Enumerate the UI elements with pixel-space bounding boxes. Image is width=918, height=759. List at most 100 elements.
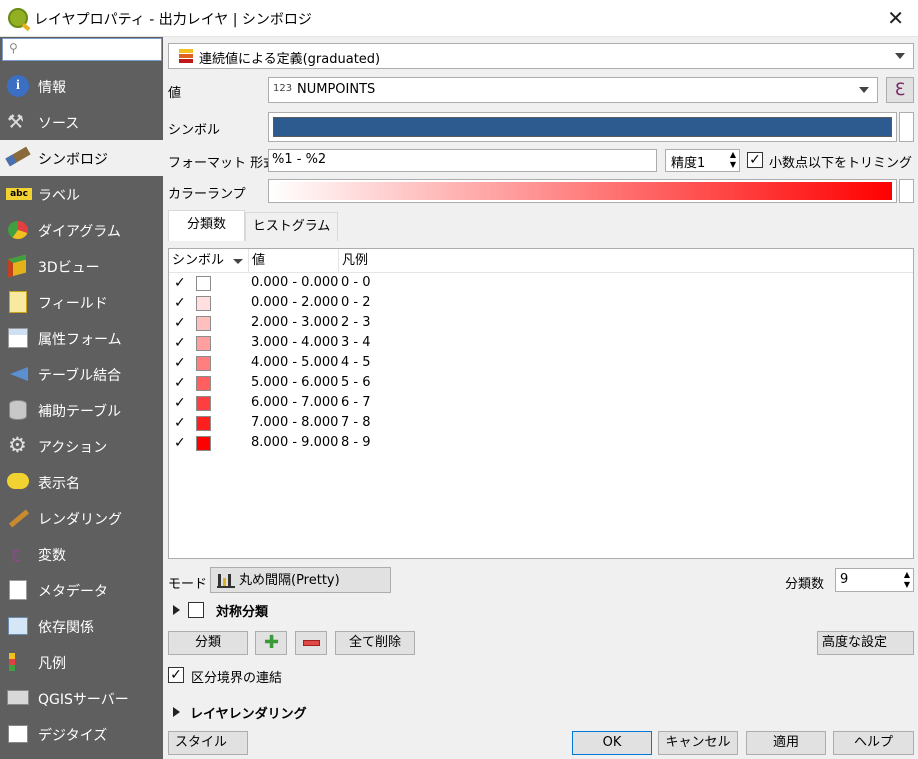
mode-select[interactable]: 丸め間隔(Pretty) — [210, 567, 391, 593]
format-input[interactable]: %1 - %2 — [268, 149, 657, 172]
help-button[interactable]: ヘルプ — [833, 731, 914, 755]
value-field-name: NUMPOINTS — [297, 82, 376, 97]
classify-button[interactable]: 分類 — [168, 631, 248, 655]
classes-count-label: 分類数 — [785, 577, 825, 592]
row-visible-checkbox[interactable]: ✓ — [174, 376, 188, 391]
link-boundaries-checkbox[interactable]: ✓ — [168, 667, 184, 683]
sidebar-item-17[interactable]: QGISサーバー — [0, 680, 163, 716]
table-row[interactable]: ✓ 5.000 - 6.000 5 - 6 — [169, 374, 909, 394]
format-label: フォーマット 形式 — [168, 156, 277, 171]
row-visible-checkbox[interactable]: ✓ — [174, 356, 188, 371]
expand-arrow-icon[interactable] — [173, 707, 180, 717]
row-visible-checkbox[interactable]: ✓ — [174, 316, 188, 331]
sidebar-item-label: 情報 — [38, 80, 66, 96]
sidebar-item-4[interactable]: ダイアグラム — [0, 212, 163, 248]
class-color-swatch[interactable] — [196, 396, 211, 411]
apply-button[interactable]: 適用 — [746, 731, 826, 755]
class-color-swatch[interactable] — [196, 316, 211, 331]
sidebar-item-11[interactable]: 表示名 — [0, 464, 163, 500]
layer-rendering-label[interactable]: レイヤレンダリング — [190, 703, 307, 722]
chevron-down-icon — [859, 87, 869, 93]
sidebar-item-16[interactable]: 凡例 — [0, 644, 163, 680]
sidebar-item-label: デジタイズ — [38, 728, 108, 744]
ok-button[interactable]: OK — [572, 731, 652, 755]
sidebar-item-18[interactable]: デジタイズ — [0, 716, 163, 752]
color-ramp-dropdown-button[interactable] — [899, 179, 914, 203]
tab-histogram[interactable]: ヒストグラム — [245, 212, 338, 241]
sidebar-item-8[interactable]: テーブル結合 — [0, 356, 163, 392]
expand-arrow-icon[interactable] — [173, 605, 180, 615]
chevron-down-icon — [895, 53, 905, 59]
row-visible-checkbox[interactable]: ✓ — [174, 276, 188, 291]
sidebar-item-2[interactable]: シンボロジ — [0, 140, 163, 176]
cube-icon — [6, 254, 30, 278]
sidebar-item-14[interactable]: メタデータ — [0, 572, 163, 608]
column-header-value[interactable]: 値 — [249, 249, 339, 273]
classes-count-spinbox[interactable]: 9 ▲ ▼ — [835, 568, 914, 592]
style-button[interactable]: スタイル — [168, 731, 248, 755]
value-label: 値 — [168, 86, 182, 101]
column-header-legend[interactable]: 凡例 — [339, 249, 913, 273]
renderer-select[interactable]: 連続値による定義(graduated) — [168, 43, 914, 69]
row-visible-checkbox[interactable]: ✓ — [174, 336, 188, 351]
sidebar-item-12[interactable]: レンダリング — [0, 500, 163, 536]
cancel-button[interactable]: キャンセル — [658, 731, 738, 755]
histogram-mode-icon — [217, 573, 235, 588]
row-visible-checkbox[interactable]: ✓ — [174, 416, 188, 431]
symmetric-checkbox[interactable] — [188, 602, 204, 618]
class-color-swatch[interactable] — [196, 336, 211, 351]
class-color-swatch[interactable] — [196, 416, 211, 431]
table-row[interactable]: ✓ 6.000 - 7.000 6 - 7 — [169, 394, 909, 414]
color-ramp-button[interactable] — [268, 179, 897, 203]
sidebar-item-15[interactable]: 依存関係 — [0, 608, 163, 644]
sidebar-item-10[interactable]: ⚙ アクション — [0, 428, 163, 464]
remove-class-button[interactable] — [295, 631, 327, 655]
sidebar-item-6[interactable]: フィールド — [0, 284, 163, 320]
symbol-dropdown-button[interactable] — [899, 112, 914, 142]
table-row[interactable]: ✓ 2.000 - 3.000 2 - 3 — [169, 314, 909, 334]
style-button-label: スタイル — [175, 735, 228, 750]
row-visible-checkbox[interactable]: ✓ — [174, 396, 188, 411]
sidebar-item-9[interactable]: 補助テーブル — [0, 392, 163, 428]
expression-epsilon-button[interactable]: ℇ — [886, 77, 914, 103]
symbol-button[interactable] — [268, 112, 897, 142]
table-row[interactable]: ✓ 0.000 - 2.000 0 - 2 — [169, 294, 909, 314]
row-visible-checkbox[interactable]: ✓ — [174, 296, 188, 311]
sidebar-item-label: ラベル — [38, 188, 80, 204]
table-row[interactable]: ✓ 0.000 - 0.000 0 - 0 — [169, 274, 909, 294]
sidebar-item-7[interactable]: 属性フォーム — [0, 320, 163, 356]
class-legend: 2 - 3 — [341, 315, 371, 330]
table-row[interactable]: ✓ 3.000 - 4.000 3 - 4 — [169, 334, 909, 354]
symbol-color-swatch — [273, 117, 892, 137]
advanced-button-label: 高度な設定 — [822, 635, 888, 650]
class-color-swatch[interactable] — [196, 276, 211, 291]
delete-all-button[interactable]: 全て削除 — [335, 631, 415, 655]
sidebar-item-5[interactable]: 3Dビュー — [0, 248, 163, 284]
column-header-symbol[interactable]: シンボル — [169, 249, 249, 273]
row-visible-checkbox[interactable]: ✓ — [174, 436, 188, 451]
tab-classes[interactable]: 分類数 — [168, 210, 245, 241]
sidebar-item-0[interactable]: i 情報 — [0, 68, 163, 104]
precision-spinbox[interactable]: 精度1 ▲ ▼ — [665, 149, 740, 172]
class-value: 4.000 - 5.000 — [251, 355, 339, 370]
class-color-swatch[interactable] — [196, 376, 211, 391]
class-color-swatch[interactable] — [196, 296, 211, 311]
sidebar-item-13[interactable]: ε 変数 — [0, 536, 163, 572]
class-color-swatch[interactable] — [196, 436, 211, 451]
close-icon[interactable]: ✕ — [887, 6, 904, 30]
class-legend: 6 - 7 — [341, 395, 371, 410]
sidebar-item-label: テーブル結合 — [38, 368, 122, 384]
advanced-button[interactable]: 高度な設定 — [817, 631, 914, 655]
add-class-button[interactable]: ✚ — [255, 631, 287, 655]
class-color-swatch[interactable] — [196, 356, 211, 371]
table-row[interactable]: ✓ 7.000 - 8.000 7 - 8 — [169, 414, 909, 434]
value-field-select[interactable]: 123 NUMPOINTS — [268, 77, 878, 103]
metadata-icon — [6, 579, 30, 601]
sidebar-item-3[interactable]: abc ラベル — [0, 176, 163, 212]
sidebar-item-1[interactable]: ⚒ ソース — [0, 104, 163, 140]
class-value: 7.000 - 8.000 — [251, 415, 339, 430]
sidebar-search-input[interactable]: ⚲ — [2, 38, 162, 61]
table-row[interactable]: ✓ 4.000 - 5.000 4 - 5 — [169, 354, 909, 374]
table-row[interactable]: ✓ 8.000 - 9.000 8 - 9 — [169, 434, 909, 454]
trim-checkbox[interactable]: ✓ — [747, 152, 763, 168]
